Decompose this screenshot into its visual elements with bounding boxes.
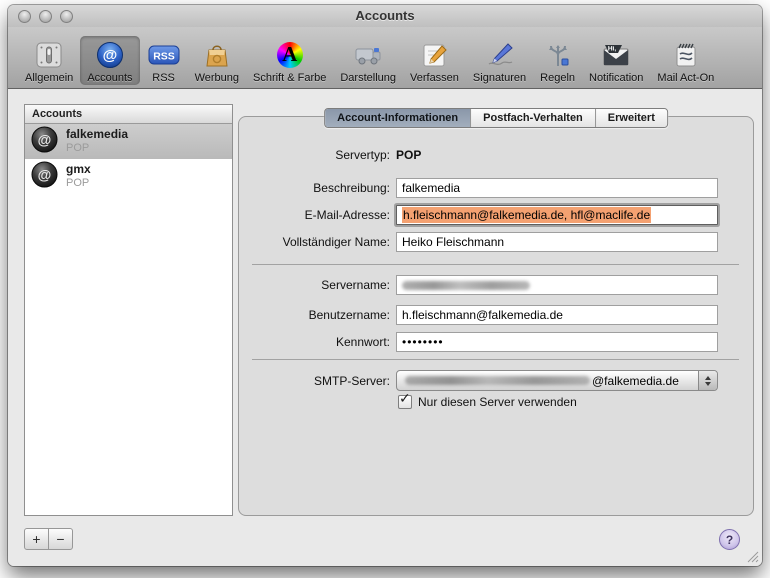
- toolbar-label: Regeln: [540, 72, 575, 84]
- servertyp-value: POP: [396, 148, 422, 162]
- smtp-value-suffix: @falkemedia.de: [592, 373, 679, 388]
- kennwort-field[interactable]: ••••••••: [396, 332, 718, 352]
- svg-text:@: @: [103, 47, 118, 64]
- account-at-icon: @: [31, 161, 58, 193]
- beschreibung-value: falkemedia: [402, 181, 461, 195]
- account-at-icon: @: [31, 126, 58, 158]
- section-divider: [252, 264, 739, 265]
- mail-act-on-notepad-icon: [669, 39, 703, 70]
- toolbar-label: Mail Act-On: [657, 72, 715, 84]
- account-info-panel: Account-Informationen Postfach-Verhalten…: [238, 108, 754, 516]
- toolbar-item-accounts[interactable]: @ Accounts: [80, 36, 140, 85]
- email-label: E-Mail-Adresse:: [304, 208, 390, 222]
- redacted-servername: [402, 280, 530, 290]
- smtp-server-dropdown[interactable]: @falkemedia.de: [396, 370, 718, 391]
- toolbar-item-notification[interactable]: Hi, Notification: [582, 36, 650, 85]
- dropdown-stepper-icon: [698, 371, 717, 390]
- toolbar-item-regeln[interactable]: Regeln: [533, 36, 582, 85]
- toolbar-item-allgemein[interactable]: Allgemein: [18, 36, 80, 85]
- smtp-only-checkbox[interactable]: ✓: [398, 390, 412, 409]
- signature-pen-icon: [483, 39, 517, 70]
- svg-text:@: @: [38, 166, 52, 182]
- smtp-label: SMTP-Server:: [313, 374, 390, 388]
- accounts-at-icon: @: [93, 39, 127, 70]
- account-name: falkemedia: [66, 127, 129, 142]
- fullname-label: Vollständiger Name:: [282, 235, 390, 249]
- add-account-button[interactable]: +: [24, 528, 49, 550]
- beschreibung-label: Beschreibung:: [313, 181, 390, 195]
- preferences-toolbar: Allgemein @ Accounts RSS RSS Werbung A S…: [8, 27, 762, 89]
- preferences-content: Accounts @ falkemedia POP @ gmx POP Acco…: [8, 90, 762, 566]
- beschreibung-field[interactable]: falkemedia: [396, 178, 718, 198]
- sidebar-header: Accounts: [25, 105, 232, 124]
- toolbar-item-rss[interactable]: RSS RSS: [140, 36, 188, 85]
- toolbar-label: Accounts: [87, 72, 133, 84]
- email-selected-text: h.fleischmann@falkemedia.de, hfl@maclife…: [402, 207, 652, 223]
- smtp-only-checkbox-label: Nur diesen Server verwenden: [418, 395, 577, 409]
- toolbar-label: Schrift & Farbe: [253, 72, 327, 84]
- general-switch-icon: [32, 39, 66, 70]
- notification-envelope-icon: Hi,: [599, 39, 633, 70]
- help-button[interactable]: ?: [719, 529, 740, 550]
- smtp-only-checkbox-row: ✓ Nur diesen Server verwenden: [398, 390, 577, 409]
- toolbar-item-werbung[interactable]: Werbung: [188, 36, 246, 85]
- benutzername-value: h.fleischmann@falkemedia.de: [402, 308, 563, 322]
- account-row-gmx[interactable]: @ gmx POP: [25, 159, 232, 194]
- account-protocol: POP: [66, 142, 90, 155]
- shopping-bag-icon: [200, 39, 234, 70]
- toolbar-label: Darstellung: [340, 72, 396, 84]
- svg-text:Hi,: Hi,: [608, 45, 617, 52]
- account-add-remove-group: + −: [24, 528, 73, 550]
- servertyp-label: Servertyp:: [335, 148, 390, 162]
- toolbar-item-darstellung[interactable]: Darstellung: [333, 36, 403, 85]
- screenshot-canvas: Accounts Allgemein @ Accounts RSS RSS We…: [0, 0, 770, 578]
- checkmark-icon: ✓: [399, 390, 411, 406]
- svg-text:@: @: [38, 131, 52, 147]
- toolbar-item-signaturen[interactable]: Signaturen: [466, 36, 533, 85]
- section-divider: [252, 359, 739, 360]
- resize-grip[interactable]: [745, 549, 759, 563]
- kennwort-value: ••••••••: [402, 335, 444, 349]
- account-protocol: POP: [66, 177, 90, 190]
- viewing-icon: [351, 39, 385, 70]
- servername-field[interactable]: [396, 275, 718, 295]
- svg-text:RSS: RSS: [153, 50, 175, 62]
- tab-erweitert[interactable]: Erweitert: [595, 109, 667, 127]
- toolbar-label: RSS: [152, 72, 175, 84]
- rules-branch-icon: [541, 39, 575, 70]
- email-field[interactable]: h.fleischmann@falkemedia.de, hfl@maclife…: [396, 205, 718, 225]
- fonts-colors-icon: A: [273, 39, 307, 70]
- window-title: Accounts: [355, 8, 415, 23]
- account-tabs: Account-Informationen Postfach-Verhalten…: [324, 108, 668, 128]
- toolbar-item-verfassen[interactable]: Verfassen: [403, 36, 466, 85]
- toolbar-item-schrift-farbe[interactable]: A Schrift & Farbe: [246, 36, 333, 85]
- mail-preferences-window: Accounts Allgemein @ Accounts RSS RSS We…: [8, 5, 762, 566]
- remove-account-button[interactable]: −: [48, 528, 73, 550]
- fullname-value: Heiko Fleischmann: [402, 235, 505, 249]
- accounts-sidebar: Accounts @ falkemedia POP @ gmx POP: [24, 104, 233, 516]
- benutzername-label: Benutzername:: [308, 308, 390, 322]
- benutzername-field[interactable]: h.fleischmann@falkemedia.de: [396, 305, 718, 325]
- fullname-field[interactable]: Heiko Fleischmann: [396, 232, 718, 252]
- tab-account-informationen[interactable]: Account-Informationen: [325, 109, 472, 127]
- tab-postfach-verhalten[interactable]: Postfach-Verhalten: [471, 109, 596, 127]
- title-bar[interactable]: Accounts: [8, 5, 762, 27]
- account-name: gmx: [66, 162, 91, 177]
- kennwort-label: Kennwort:: [335, 335, 390, 349]
- account-row-falkemedia[interactable]: @ falkemedia POP: [25, 124, 232, 159]
- servername-label: Servername:: [321, 278, 390, 292]
- toolbar-label: Allgemein: [25, 72, 74, 84]
- toolbar-label: Signaturen: [472, 72, 527, 84]
- redacted-smtp-name: [405, 376, 590, 385]
- compose-icon: [417, 39, 451, 70]
- toolbar-label: Notification: [589, 72, 644, 84]
- toolbar-item-mail-act-on[interactable]: Mail Act-On: [650, 36, 721, 85]
- toolbar-label: Verfassen: [410, 72, 459, 84]
- toolbar-label: Werbung: [194, 72, 239, 84]
- rss-icon: RSS: [147, 39, 181, 70]
